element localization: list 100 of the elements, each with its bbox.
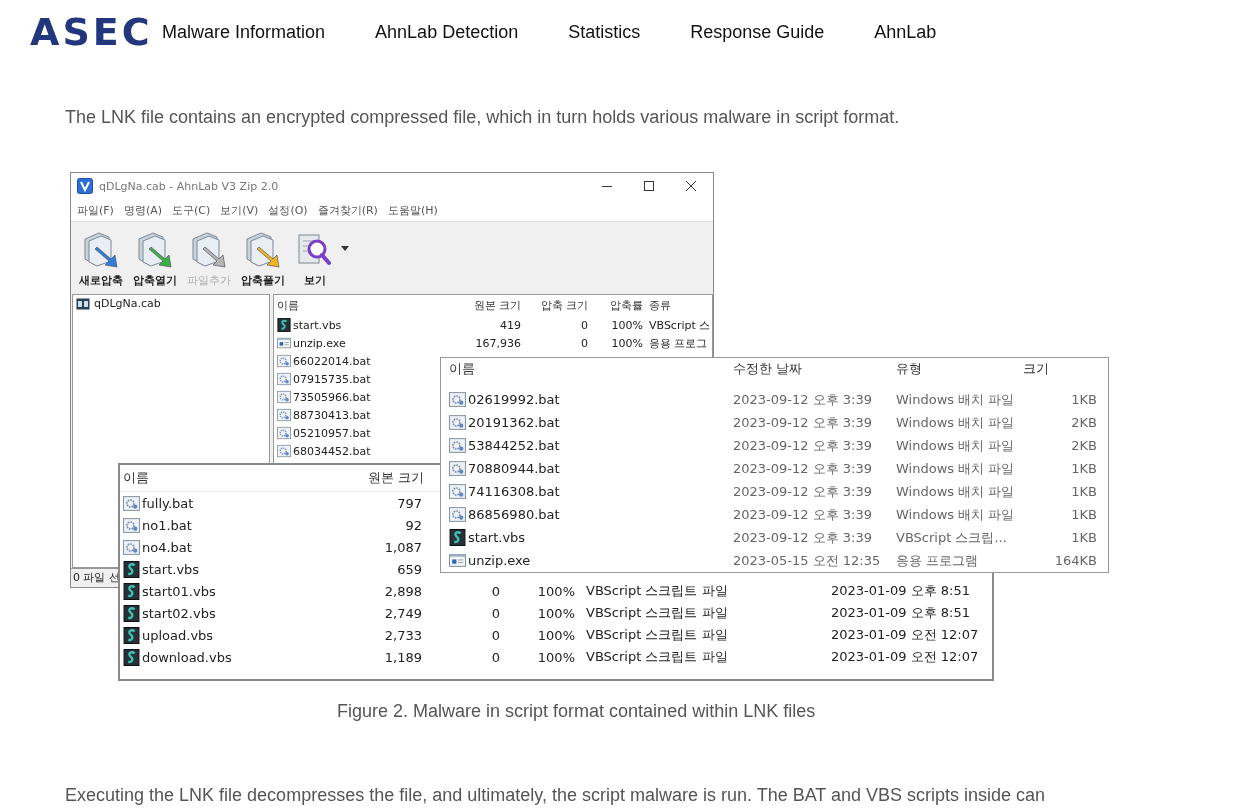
menu-item[interactable]: 명령(A) [123, 202, 163, 218]
table-cell-text: VBScript 스크립트 파일 [585, 582, 729, 600]
file-name[interactable]: no4.bat [142, 539, 192, 555]
table-cell-text: 2023-01-09 오후 8:51 [830, 604, 971, 622]
gear-file-icon [277, 444, 291, 458]
table-cell-text: 1,087 [383, 539, 423, 555]
table-cell-text: 2023-09-12 오후 3:39 [732, 482, 873, 501]
file-name[interactable]: start.vbs [468, 530, 526, 545]
nav-link[interactable]: Statistics [568, 21, 641, 43]
script-file-icon [123, 560, 140, 578]
gear-file-icon [449, 460, 466, 477]
table-cell-text: 응용 프로그램 [895, 551, 980, 570]
column-header[interactable]: 압축 크기 [524, 298, 591, 313]
menu-item[interactable]: 설정(O) [268, 202, 308, 218]
table-cell-text: VBScript 스크립... [895, 528, 1008, 547]
file-name[interactable]: 66022014.bat [293, 354, 371, 368]
table-cell-text: 2023-05-15 오전 12:35 [732, 551, 882, 570]
toolbar-button[interactable]: 압축풀기 [237, 226, 289, 290]
file-name[interactable]: no1.bat [142, 517, 192, 533]
table-cell-text: 2,733 [383, 627, 423, 643]
toolbar-button[interactable]: 압축열기 [129, 226, 181, 290]
gear-file-icon [449, 483, 466, 500]
file-name[interactable]: download.vbs [142, 649, 232, 665]
toolbar-button[interactable]: 새로압축 [75, 226, 127, 290]
file-name[interactable]: start01.vbs [142, 583, 216, 599]
table-cell-text: 100% [610, 318, 644, 332]
column-header[interactable]: 수정한 날짜 [730, 360, 893, 378]
table-cell-text: 0 [490, 627, 501, 643]
column-header[interactable]: 유형 [893, 360, 1020, 378]
maximize-icon[interactable] [643, 180, 655, 192]
script-file-icon [123, 604, 140, 622]
toolbar-button[interactable]: 보기 [291, 226, 339, 290]
column-header[interactable]: 크기 [1020, 360, 1100, 378]
file-name[interactable]: 53844252.bat [468, 438, 560, 453]
file-name[interactable]: fully.bat [142, 495, 194, 511]
window-title: qDLgNa.cab - AhnLab V3 Zip 2.0 [99, 179, 279, 193]
table-cell-text: Windows 배치 파일 [895, 482, 1016, 501]
paragraph: The LNK file contains an encrypted compressed file, which in turn holds various malware in script format. [65, 106, 901, 128]
gear-file-icon [449, 414, 466, 431]
file-name[interactable]: 68034452.bat [293, 444, 371, 458]
file-name[interactable]: 05210957.bat [293, 426, 371, 440]
nav-link[interactable]: AhnLab Detection [375, 21, 519, 43]
column-header[interactable]: 원본 크기 [456, 298, 524, 313]
table-cell-text: 100% [610, 336, 644, 350]
file-name[interactable]: 70880944.bat [468, 461, 560, 476]
nav-link[interactable]: Response Guide [690, 21, 825, 43]
menu-item[interactable]: 도구(C) [172, 202, 211, 218]
file-name[interactable]: upload.vbs [142, 627, 214, 643]
table-cell-text: Windows 배치 파일 [895, 505, 1016, 524]
file-name[interactable]: 86856980.bat [468, 507, 560, 522]
table-cell-text: VBScript 스크립트 파일 [585, 648, 729, 666]
table-cell-text: Windows 배치 파일 [895, 413, 1016, 432]
file-name[interactable]: 74116308.bat [468, 484, 560, 499]
table-cell-text: Windows 배치 파일 [895, 459, 1016, 478]
column-header[interactable]: 이름 [274, 298, 456, 313]
file-name[interactable]: unzip.exe [468, 553, 531, 568]
menu-item[interactable]: 즐겨찾기(R) [317, 202, 378, 218]
close-icon[interactable] [685, 180, 697, 192]
column-header[interactable]: 이름 [446, 360, 730, 378]
table-cell-text: 92 [404, 517, 423, 533]
table-cell-text: 2023-09-12 오후 3:39 [732, 413, 873, 432]
gear-file-icon [449, 437, 466, 454]
menu-item[interactable]: 파일(F) [77, 202, 114, 218]
gear-file-icon [123, 516, 140, 534]
table-cell-text: 2023-09-12 오후 3:39 [732, 436, 873, 455]
table-cell-text: 2023-09-12 오후 3:39 [732, 528, 873, 547]
nav-link[interactable]: AhnLab [874, 21, 937, 43]
table-cell-text: 2023-01-09 오전 12:07 [830, 626, 980, 644]
menu-item[interactable]: 보기(V) [220, 202, 259, 218]
file-name[interactable]: start.vbs [293, 318, 342, 332]
table-cell-text: 1KB [1070, 461, 1098, 476]
file-name[interactable]: start02.vbs [142, 605, 216, 621]
table-cell-text: 797 [396, 495, 423, 511]
table-cell-text: 2023-09-12 오후 3:39 [732, 505, 873, 524]
file-name[interactable]: 20191362.bat [468, 415, 560, 430]
table-cell-text: Windows 배치 파일 [895, 436, 1016, 455]
table-cell-text: Windows 배치 파일 [895, 390, 1016, 409]
file-name[interactable]: unzip.exe [293, 336, 346, 350]
column-header[interactable]: 원본 크기 [365, 469, 425, 487]
column-header[interactable]: 압축률 [591, 298, 646, 313]
table-cell-text: 1,189 [383, 649, 423, 665]
table-cell-text: 100% [536, 583, 576, 599]
file-name[interactable]: 07915735.bat [293, 372, 371, 386]
script-file-icon [277, 318, 291, 332]
table-cell-text: 167,936 [474, 336, 522, 350]
file-name[interactable]: start.vbs [142, 561, 200, 577]
logo[interactable]: ASEC [30, 10, 162, 54]
table-cell-text: 100% [536, 627, 576, 643]
gear-file-icon [277, 408, 291, 422]
file-name[interactable]: 02619992.bat [468, 392, 560, 407]
nav-link[interactable]: Malware Information [162, 21, 326, 43]
table-cell-text: 1KB [1070, 484, 1098, 499]
menu-item[interactable]: 도움말(H) [387, 202, 438, 218]
gear-file-icon [277, 354, 291, 368]
column-header[interactable]: 종류 [646, 298, 712, 313]
file-name[interactable]: 88730413.bat [293, 408, 371, 422]
column-header[interactable]: 이름 [120, 469, 365, 487]
tree-item[interactable]: qDLgNa.cab [94, 297, 161, 310]
file-name[interactable]: 73505966.bat [293, 390, 371, 404]
gear-file-icon [277, 372, 291, 386]
